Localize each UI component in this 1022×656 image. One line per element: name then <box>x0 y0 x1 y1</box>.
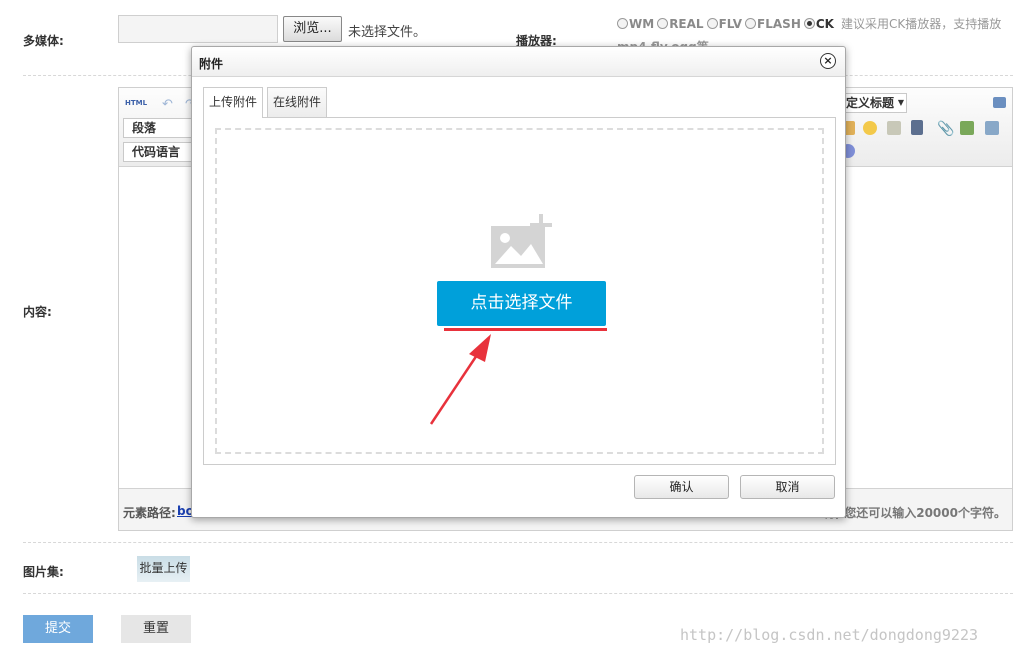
element-path-label: 元素路径: <box>123 506 176 520</box>
watermark-text: http://blog.csdn.net/dongdong9223 <box>680 626 979 644</box>
batch-upload-button[interactable]: 批量上传 <box>137 556 190 582</box>
dialog-header: 附件 × <box>192 47 845 77</box>
tab-online-attachment[interactable]: 在线附件 <box>267 87 327 117</box>
player-option-flash[interactable]: FLASH <box>745 17 801 31</box>
player-option-label: FLASH <box>757 16 801 31</box>
file-drop-zone[interactable]: 点击选择文件 <box>215 128 824 454</box>
player-option-ck[interactable]: CK <box>803 16 834 31</box>
close-icon[interactable]: × <box>820 53 836 69</box>
radio-checked-icon[interactable] <box>803 18 815 29</box>
player-option-label: CK <box>815 16 834 31</box>
dialog-title: 附件 <box>199 57 224 71</box>
html-source-icon[interactable]: HTML <box>125 99 147 107</box>
map-icon[interactable] <box>985 121 999 135</box>
emotion-icon[interactable] <box>863 121 877 135</box>
select-file-button[interactable]: 点击选择文件 <box>437 281 606 326</box>
upload-panel: 点击选择文件 <box>203 117 836 465</box>
image-set-label: 图片集: <box>23 565 64 579</box>
cancel-button[interactable]: 取消 <box>740 475 835 499</box>
radio-icon[interactable] <box>657 18 669 29</box>
tab-upload-attachment[interactable]: 上传附件 <box>203 87 263 118</box>
content-label: 内容: <box>23 305 52 319</box>
radio-icon[interactable] <box>745 18 757 29</box>
image-add-icon <box>491 214 552 268</box>
multimedia-file-input[interactable] <box>118 15 278 43</box>
browse-button[interactable]: 浏览... <box>283 16 342 42</box>
player-option-label: WM <box>629 16 655 31</box>
reset-button[interactable]: 重置 <box>121 615 191 643</box>
player-option-wm[interactable]: WM <box>617 17 654 31</box>
scrawl-icon[interactable] <box>887 121 901 135</box>
chevron-down-icon: ▼ <box>897 98 904 107</box>
player-hint: 建议采用CK播放器，支持播放 <box>840 17 1002 31</box>
player-option-label: FLV <box>718 16 743 31</box>
player-options: WM REAL FLV FLASH CK 建议采用CK播放器，支持播放 <box>617 15 1001 32</box>
custom-title-label: 定义标题 <box>846 96 895 110</box>
preview-icon[interactable] <box>993 97 1006 108</box>
picture-gallery-icon[interactable] <box>960 121 974 135</box>
annotation-arrow-icon <box>429 334 491 425</box>
attachment-dialog: 附件 × 上传附件 在线附件 点击选择文件 确认 取消 <box>191 46 846 518</box>
divider <box>23 593 1013 594</box>
attachment-icon[interactable]: 📎 <box>937 121 954 137</box>
multimedia-label: 多媒体: <box>23 34 64 48</box>
undo-icon[interactable]: ↶ <box>162 97 176 112</box>
radio-icon[interactable] <box>617 18 628 29</box>
confirm-button[interactable]: 确认 <box>634 475 729 499</box>
submit-button[interactable]: 提交 <box>23 615 93 643</box>
custom-title-select[interactable]: 定义标题 ▼ <box>841 93 907 113</box>
player-option-label: REAL <box>669 16 704 31</box>
video-icon[interactable] <box>911 120 923 135</box>
word-count-text: 符, 您还可以输入20000个字符。 <box>823 506 1007 520</box>
player-option-flv[interactable]: FLV <box>706 16 743 31</box>
player-option-real[interactable]: REAL <box>657 16 704 31</box>
divider <box>23 542 1013 543</box>
no-file-selected-text: 未选择文件。 <box>348 25 427 40</box>
radio-icon[interactable] <box>706 18 718 29</box>
